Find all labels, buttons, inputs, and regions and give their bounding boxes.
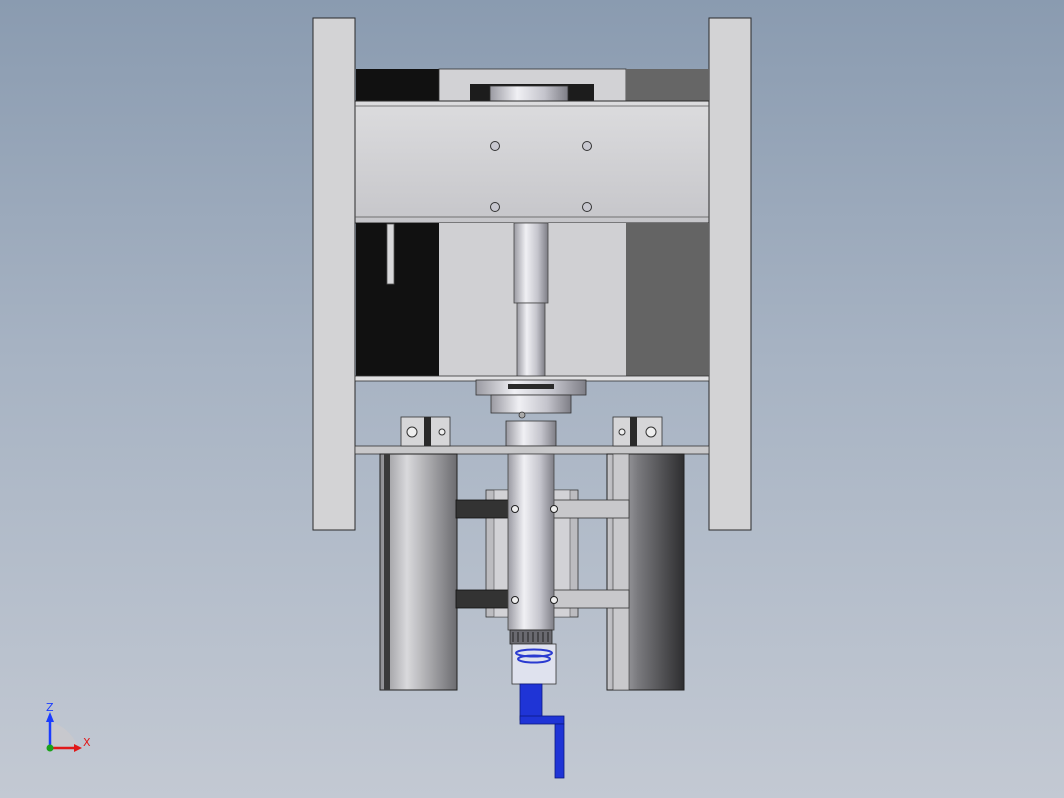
bolt-hole xyxy=(582,202,592,212)
pivot-pin xyxy=(511,596,519,604)
crank-grip xyxy=(554,723,565,779)
nut-screw xyxy=(518,411,526,419)
triad-z-label: Z xyxy=(46,701,54,714)
assembly-drawing: Z X xyxy=(46,17,752,779)
cylinder-right-rail xyxy=(612,453,630,691)
pillow-block-right-hole xyxy=(618,428,626,436)
link-arm-lower-right xyxy=(545,589,630,609)
triad-plane xyxy=(50,722,78,748)
triad-x-arrow xyxy=(74,744,82,752)
bolt-hole xyxy=(490,202,500,212)
link-arm-upper-right xyxy=(545,499,630,519)
lead-screw-lower xyxy=(516,302,546,379)
middle-back-left xyxy=(356,223,439,378)
coupling xyxy=(505,420,557,447)
middle-back-right xyxy=(626,223,709,378)
pillow-block-left-slot xyxy=(424,417,431,446)
cylinder-left-rail xyxy=(384,454,390,690)
crank-hub xyxy=(519,683,543,721)
pillow-block-right-hole xyxy=(645,426,657,438)
pillow-block-right-slot xyxy=(630,417,637,446)
right-post xyxy=(708,17,752,531)
upper-back-right xyxy=(626,69,709,101)
cad-viewport[interactable]: Z X xyxy=(0,0,1064,798)
pivot-pin xyxy=(511,505,519,513)
bolt-hole xyxy=(490,141,500,151)
crank-arm xyxy=(519,715,565,725)
bolt-hole xyxy=(582,141,592,151)
coordinate-triad: Z X xyxy=(46,701,91,752)
left-post xyxy=(312,17,356,531)
bearing-top-ring xyxy=(489,85,569,103)
cylinder-left xyxy=(379,453,458,691)
upper-back-left xyxy=(356,69,439,101)
threaded-section xyxy=(509,629,553,645)
flange-slot xyxy=(508,384,554,389)
nut-body xyxy=(490,394,572,414)
pillow-block-left-hole xyxy=(438,428,446,436)
pivot-pin xyxy=(550,596,558,604)
guide-rod xyxy=(386,223,395,285)
pillow-block-left-hole xyxy=(406,426,418,438)
main-plate xyxy=(354,100,710,224)
pivot-pin xyxy=(550,505,558,513)
lower-frame-top xyxy=(354,445,710,455)
lead-screw-upper xyxy=(513,222,549,304)
triad-origin xyxy=(46,744,54,752)
triad-x-label: X xyxy=(83,736,91,749)
